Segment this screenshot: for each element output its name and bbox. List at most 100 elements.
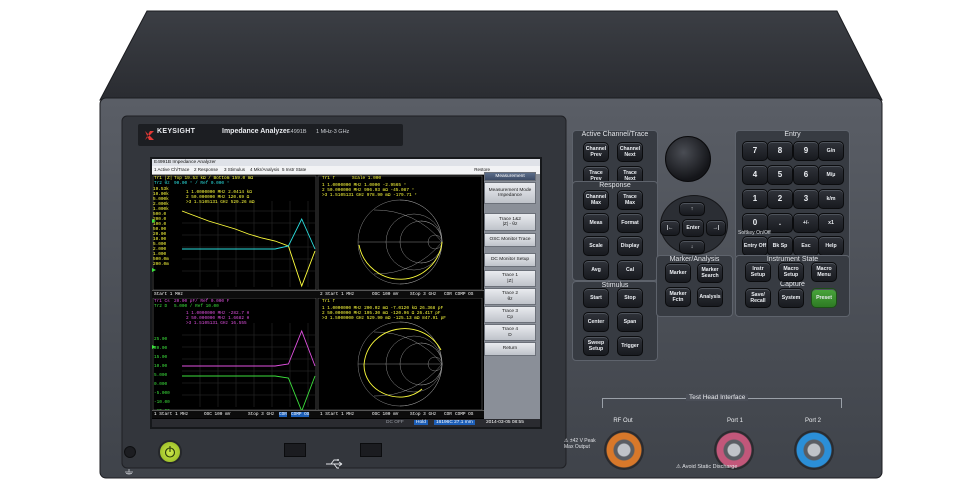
display-button[interactable]: Display: [617, 236, 643, 256]
start-button[interactable]: Start: [583, 288, 609, 308]
ch3-tr2-label: Tr2 D: [154, 304, 168, 309]
format-button[interactable]: Format: [617, 213, 643, 233]
system-button[interactable]: System: [778, 288, 804, 308]
ch3-marker-3: >3 1.5105131 GHz 16.555: [186, 321, 247, 326]
model-number: E4991B: [287, 129, 307, 135]
channel-prev-button[interactable]: Channel Prev: [583, 142, 609, 162]
menu-item-active[interactable]: 1 Active Ch/Trace: [154, 166, 189, 174]
softkey-dc-monitor[interactable]: DC Monitor Setup: [484, 253, 536, 267]
marker-button[interactable]: Marker: [665, 263, 691, 283]
trace-max-button[interactable]: Trace Max: [617, 190, 643, 210]
softkey-return[interactable]: Return: [484, 342, 536, 356]
channel-next-button[interactable]: Channel Next: [617, 142, 643, 162]
macro-setup-button[interactable]: Macro Setup: [778, 262, 804, 282]
softkey-osc-monitor[interactable]: OSC Monitor Trace: [484, 233, 536, 247]
softkey-value: |Z|: [507, 278, 513, 284]
key-mega[interactable]: M/μ: [818, 165, 844, 185]
test-head-tick-right: [841, 398, 842, 408]
power-button[interactable]: [158, 440, 182, 464]
port2-connector[interactable]: [794, 430, 834, 470]
rotary-knob[interactable]: [665, 136, 711, 182]
key-8[interactable]: 8: [767, 141, 793, 161]
softkey-meas-mode[interactable]: Measurement Mode Impedance: [484, 182, 536, 204]
marker-panel-title: Marker/Analysis: [669, 256, 720, 263]
key-1[interactable]: 1: [742, 189, 768, 209]
menu-item-stimulus[interactable]: 3 Stimulus: [224, 166, 245, 174]
ch2-trace: [358, 241, 443, 280]
softkey-trace12[interactable]: Trace 1&2 |Z| - θz: [484, 213, 536, 231]
softkey-title: DC Monitor Setup: [490, 257, 530, 263]
menu-item-response[interactable]: 2 Response: [194, 166, 218, 174]
stop-button[interactable]: Stop: [617, 288, 643, 308]
capture-title: Capture: [780, 281, 805, 288]
ch4-tr1-label: Tr1 Γ: [322, 299, 336, 304]
center-button[interactable]: Center: [583, 312, 609, 332]
channel-max-button[interactable]: Channel Max: [583, 190, 609, 210]
softkey-value: θz: [507, 296, 513, 302]
marker-search-button[interactable]: Marker Search: [697, 263, 723, 283]
softkey-trace4[interactable]: Trace 4D: [484, 324, 536, 341]
key-plus-minus[interactable]: +/-: [793, 213, 819, 233]
key-6[interactable]: 6: [793, 165, 819, 185]
ch3-cor: COR: [279, 412, 287, 417]
softkey-value: Impedance: [498, 193, 522, 198]
product-name: Impedance Analyzer: [222, 128, 290, 135]
down-arrow-button[interactable]: ↓: [679, 240, 705, 254]
softkey-measurement[interactable]: Measurement: [484, 172, 536, 181]
key-3[interactable]: 3: [793, 189, 819, 209]
port2-label: Port 2: [804, 418, 821, 424]
ch3-ytick: -10.00: [154, 400, 170, 405]
span-button[interactable]: Span: [617, 312, 643, 332]
cal-button[interactable]: Cal: [617, 260, 643, 280]
backspace-button[interactable]: Bk Sp: [767, 236, 793, 256]
keysight-logo-icon: [145, 127, 154, 140]
power-icon: [164, 446, 176, 458]
key-x1[interactable]: x1: [818, 213, 844, 233]
right-arrow-button[interactable]: →|: [706, 220, 726, 236]
key-7[interactable]: 7: [742, 141, 768, 161]
ch4-comp: COMP OS: [455, 412, 474, 417]
softkey-trace3[interactable]: Trace 3 Cp: [484, 306, 536, 323]
help-button[interactable]: Help: [818, 236, 844, 256]
key-5[interactable]: 5: [767, 165, 793, 185]
ch4-osc: OSC 100 mV: [372, 412, 399, 417]
scale-button[interactable]: Scale: [583, 236, 609, 256]
usb-port-left[interactable]: [284, 443, 306, 457]
instr-setup-button[interactable]: Instr Setup: [745, 262, 771, 282]
ch1-ytick: 200.0m: [153, 262, 169, 267]
softkey-title: OSC Monitor Trace: [489, 237, 531, 243]
preset-button[interactable]: Preset: [811, 288, 837, 308]
ch3-tr2-scale: 5.000 / Ref 10.00: [174, 304, 219, 309]
up-arrow-button[interactable]: ↑: [679, 202, 705, 216]
usb-port-right[interactable]: [360, 443, 382, 457]
marker-fctn-button[interactable]: Marker Fctn: [665, 287, 691, 307]
key-4[interactable]: 4: [742, 165, 768, 185]
entry-off-button[interactable]: Entry Off: [742, 236, 768, 256]
avg-button[interactable]: Avg: [583, 260, 609, 280]
rf-out-connector[interactable]: [604, 430, 644, 470]
key-2[interactable]: 2: [767, 189, 793, 209]
ch2-start: 2 Start 1 MHz: [320, 292, 355, 297]
ch3-ytick: 5.000: [154, 373, 168, 378]
softkey-title: Measurement: [495, 173, 525, 179]
lower-status-bar: 1 Start 1 MHz OSC 100 mV Stop 3 GHz COR …: [152, 410, 484, 418]
save-recall-button[interactable]: Save/ Recall: [745, 288, 771, 308]
left-arrow-button[interactable]: |←: [660, 220, 680, 236]
key-kilo[interactable]: k/m: [818, 189, 844, 209]
sweep-setup-button[interactable]: Sweep Setup: [583, 336, 609, 356]
esc-button[interactable]: Esc: [793, 236, 819, 256]
ch4-stop: Stop 3 GHz: [410, 412, 437, 417]
softkey-trace1[interactable]: Trace 1 |Z|: [484, 270, 536, 287]
ch3-trace-d: [182, 375, 316, 413]
headphone-jack[interactable]: [124, 446, 136, 458]
key-9[interactable]: 9: [793, 141, 819, 161]
enter-button[interactable]: Enter: [682, 219, 704, 237]
meas-button[interactable]: Meas: [583, 213, 609, 233]
menu-item-instr[interactable]: 5 Instr State: [282, 166, 306, 174]
macro-menu-button[interactable]: Macro Menu: [811, 262, 837, 282]
menu-item-marker[interactable]: 4 Mkr/Analysis: [250, 166, 279, 174]
softkey-trace2[interactable]: Trace 2 θz: [484, 288, 536, 305]
key-giga[interactable]: G/n: [818, 141, 844, 161]
trigger-button[interactable]: Trigger: [617, 336, 643, 356]
analysis-button[interactable]: Analysis: [697, 287, 723, 307]
